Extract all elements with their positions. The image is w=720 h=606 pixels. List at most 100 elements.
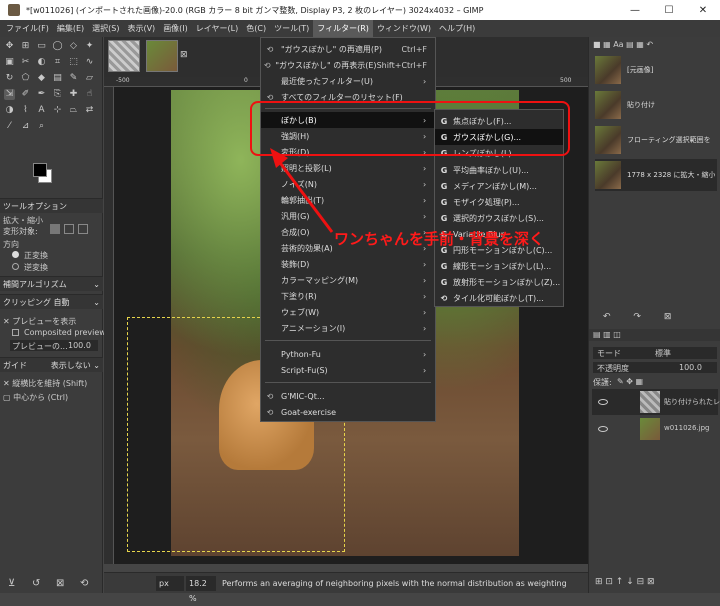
clone-tool-icon[interactable]: ⎘ bbox=[52, 89, 63, 100]
undo-icon[interactable]: ↶ ↷ ⊠ bbox=[603, 312, 671, 322]
save-options-icon[interactable]: ⊻ bbox=[8, 578, 15, 589]
guides-select[interactable]: ガイド 表示しない ⌄ bbox=[0, 357, 103, 372]
preview-opacity-slider[interactable]: プレビューの... 100.0 bbox=[10, 340, 98, 351]
unified-transform-tool-icon[interactable]: ⬚ bbox=[68, 57, 79, 68]
menu-edit[interactable]: 編集(E) bbox=[53, 20, 88, 37]
foreground-color-swatch[interactable] bbox=[33, 163, 47, 177]
layer-opacity-slider[interactable]: 不透明度 100.0 bbox=[593, 362, 717, 373]
scissors-tool-icon[interactable]: ✂ bbox=[20, 57, 31, 68]
gmic-qt-item[interactable]: ⟲ G'MIC-Qt... bbox=[261, 388, 435, 404]
restore-options-icon[interactable]: ↺ bbox=[32, 578, 40, 589]
rect-select-tool-icon[interactable]: ▭ bbox=[36, 41, 47, 52]
paths-tool-icon[interactable]: ⌇ bbox=[20, 105, 31, 116]
menu-colors[interactable]: 色(C) bbox=[242, 20, 270, 37]
history-item[interactable]: [元画像] bbox=[595, 54, 717, 86]
direction-backward-radio[interactable] bbox=[12, 263, 19, 270]
recent-filters-item[interactable]: 最近使ったフィルター(U) › bbox=[261, 73, 435, 89]
python-fu-submenu-item[interactable]: Python-Fu › bbox=[261, 346, 435, 362]
layer-mode-icon[interactable] bbox=[50, 224, 60, 234]
menu-windows[interactable]: ウィンドウ(W) bbox=[373, 20, 435, 37]
linear-motion-blur-item[interactable]: G 線形モーションぼかし(L)... bbox=[435, 258, 563, 274]
ellipse-select-tool-icon[interactable]: ◯ bbox=[52, 41, 63, 52]
brushes-tab-icon[interactable]: ■ ▦ Aa ▤ ▦ ↶ bbox=[593, 40, 653, 49]
menu-help[interactable]: ヘルプ(H) bbox=[435, 20, 479, 37]
scale-tool-icon[interactable]: ⇲ bbox=[4, 89, 15, 100]
fuzzy-select-tool-icon[interactable]: ✦ bbox=[84, 41, 95, 52]
tool-options-tab[interactable]: ツールオプション bbox=[0, 198, 103, 213]
crop-tool-icon[interactable]: ⌗ bbox=[52, 57, 63, 68]
zoom-motion-blur-item[interactable]: G 放射形モーションぼかし(Z)... bbox=[435, 274, 563, 290]
layer-actions-icons[interactable]: ⊞ ⊡ ↑ ↓ ⊟ ⊠ bbox=[595, 577, 655, 587]
menu-image[interactable]: 画像(I) bbox=[159, 20, 192, 37]
history-item[interactable]: 貼り付け bbox=[595, 89, 717, 121]
show-preview-checkbox[interactable]: ✕ プレビューを表示 bbox=[3, 316, 76, 327]
layers-tab-icon[interactable]: ▤ ▥ ◫ bbox=[593, 330, 621, 339]
tileable-blur-item[interactable]: ⟲ タイル化可能ぼかし(T)... bbox=[435, 290, 563, 306]
rotate-tool-icon[interactable]: ↻ bbox=[4, 73, 15, 84]
web-submenu-item[interactable]: ウェブ(W) › bbox=[261, 304, 435, 320]
color-select-tool-icon[interactable]: ▣ bbox=[4, 57, 15, 68]
foreground-select-tool-icon[interactable]: ◐ bbox=[36, 57, 47, 68]
text-tool-icon[interactable]: A bbox=[36, 105, 47, 116]
animation-submenu-item[interactable]: アニメーション(I) › bbox=[261, 320, 435, 336]
bucket-fill-tool-icon[interactable]: ◆ bbox=[36, 73, 47, 84]
heal-tool-icon[interactable]: ✚ bbox=[68, 89, 79, 100]
history-item[interactable]: フローティング選択範囲を bbox=[595, 124, 717, 156]
close-button[interactable]: ✕ bbox=[686, 5, 720, 16]
repeat-gaussian-blur-item[interactable]: ⟲ "ガウスぼかし" の再適用(P) Ctrl+F bbox=[261, 41, 435, 57]
dodge-tool-icon[interactable]: ◑ bbox=[4, 105, 15, 116]
zoom-tool-icon[interactable]: ⌕ bbox=[36, 121, 47, 132]
zoom-select[interactable]: 18.2 % bbox=[186, 575, 216, 603]
eye-icon[interactable] bbox=[598, 399, 608, 405]
menu-filters[interactable]: フィルター(R) bbox=[313, 20, 373, 37]
unit-select[interactable]: px bbox=[156, 575, 184, 591]
clipping-select[interactable]: クリッピング 自動 ⌄ bbox=[0, 294, 103, 309]
gradient-tool-icon[interactable]: ▤ bbox=[52, 73, 63, 84]
render-submenu-item[interactable]: 下塗り(R) › bbox=[261, 288, 435, 304]
menu-tools[interactable]: ツール(T) bbox=[270, 20, 313, 37]
mean-curvature-blur-item[interactable]: G 平均曲率ぼかし(U)... bbox=[435, 162, 563, 178]
from-center-checkbox[interactable]: ▢ 中心から (Ctrl) bbox=[3, 392, 68, 403]
flip-tool-icon[interactable]: ⇄ bbox=[84, 105, 95, 116]
measure-tool-icon[interactable]: ⊿ bbox=[20, 121, 31, 132]
selection-mode-icon[interactable] bbox=[64, 224, 74, 234]
eraser-tool-icon[interactable]: ▱ bbox=[84, 73, 95, 84]
paintbrush-tool-icon[interactable]: ✎ bbox=[68, 73, 79, 84]
minimize-button[interactable]: — bbox=[618, 5, 652, 16]
ink-tool-icon[interactable]: ✒ bbox=[36, 89, 47, 100]
align-tool-icon[interactable]: ⊞ bbox=[20, 41, 31, 52]
warp-tool-icon[interactable]: ∿ bbox=[84, 57, 95, 68]
decor-submenu-item[interactable]: 装飾(D) › bbox=[261, 256, 435, 272]
path-mode-icon[interactable] bbox=[78, 224, 88, 234]
layer-row[interactable]: w011026.jpg bbox=[592, 416, 718, 442]
layers-tab-row[interactable]: ▤ ▥ ◫ bbox=[589, 329, 720, 341]
free-select-tool-icon[interactable]: ◇ bbox=[68, 41, 79, 52]
image-tab-pasted[interactable] bbox=[108, 40, 140, 72]
goat-exercise-item[interactable]: ⟲ Goat-exercise bbox=[261, 404, 435, 420]
delete-options-icon[interactable]: ⊠ bbox=[56, 578, 64, 589]
airbrush-tool-icon[interactable]: ✐ bbox=[20, 89, 31, 100]
map-submenu-item[interactable]: カラーマッピング(M) › bbox=[261, 272, 435, 288]
history-item-selected[interactable]: 1778 x 2328 に拡大・縮小 bbox=[595, 159, 717, 191]
handle-transform-tool-icon[interactable]: ⊹ bbox=[52, 105, 63, 116]
script-fu-submenu-item[interactable]: Script-Fu(S) › bbox=[261, 362, 435, 378]
menu-file[interactable]: ファイル(F) bbox=[2, 20, 53, 37]
interpolation-select[interactable]: 補間アルゴリズム ⌄ bbox=[0, 276, 103, 291]
perspective-tool-icon[interactable]: ⏢ bbox=[68, 105, 79, 116]
close-tab-icon[interactable]: ⊠ bbox=[180, 50, 188, 60]
image-tab-w011026[interactable] bbox=[146, 40, 178, 72]
pixelize-item[interactable]: G モザイク処理(P)... bbox=[435, 194, 563, 210]
layer-row[interactable]: 貼り付けられたレ bbox=[592, 389, 720, 415]
eye-icon[interactable] bbox=[598, 426, 608, 432]
color-picker-tool-icon[interactable]: ⁄ bbox=[4, 121, 15, 132]
selective-gaussian-blur-item[interactable]: G 選択的ガウスぼかし(S)... bbox=[435, 210, 563, 226]
median-blur-item[interactable]: G メディアンぼかし(M)... bbox=[435, 178, 563, 194]
smudge-tool-icon[interactable]: ☝ bbox=[84, 89, 95, 100]
lock-icons[interactable]: ✎ ✥ ▦ bbox=[617, 377, 643, 386]
composited-preview-checkbox[interactable] bbox=[12, 329, 19, 336]
reset-options-icon[interactable]: ⟲ bbox=[80, 578, 88, 589]
direction-forward-radio[interactable] bbox=[12, 251, 19, 258]
keep-aspect-checkbox[interactable]: ✕ 縦横比を維持 (Shift) bbox=[3, 378, 87, 389]
cage-tool-icon[interactable]: ⬠ bbox=[20, 73, 31, 84]
maximize-button[interactable]: ☐ bbox=[652, 5, 686, 16]
